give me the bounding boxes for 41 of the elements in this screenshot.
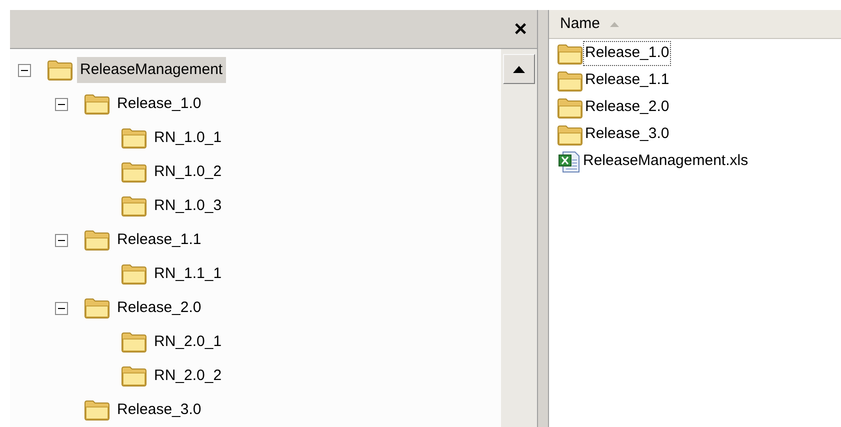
close-button[interactable]: × — [514, 18, 527, 40]
collapse-toggle[interactable] — [54, 98, 68, 110]
folder-icon — [121, 127, 147, 149]
file-item[interactable]: ReleaseManagement.xls — [581, 149, 750, 174]
folder-icon — [557, 124, 583, 146]
folder-icon — [84, 93, 110, 115]
folder-icon — [121, 263, 147, 285]
scrollbar[interactable] — [501, 49, 537, 427]
folder-icon — [121, 331, 147, 353]
tree-item[interactable]: RN_1.0_1 — [151, 124, 225, 152]
file-item[interactable]: Release_2.0 — [583, 95, 672, 120]
tree-item[interactable]: RN_1.1_1 — [151, 260, 225, 288]
tree-item[interactable]: Release_1.1 — [114, 226, 204, 254]
tree-item[interactable]: Release_1.0 — [114, 90, 204, 118]
tree-item[interactable]: Release_3.0 — [114, 396, 204, 424]
collapse-toggle[interactable] — [54, 302, 68, 314]
spreadsheet-file-icon — [557, 150, 581, 174]
folder-icon — [121, 365, 147, 387]
folder-icon — [84, 229, 110, 251]
tree-item[interactable]: ReleaseManagement — [77, 56, 226, 84]
folder-icon — [121, 161, 147, 183]
tree-item[interactable]: RN_1.0_3 — [151, 192, 225, 220]
folder-icon — [47, 59, 73, 81]
folder-icon — [557, 96, 583, 118]
file-item[interactable]: Release_1.0 — [583, 41, 672, 66]
collapse-toggle[interactable] — [18, 64, 30, 76]
file-item[interactable]: Release_3.0 — [583, 122, 672, 147]
up-arrow-icon — [513, 66, 525, 72]
folder-icon — [121, 195, 147, 217]
tree-item[interactable]: RN_2.0_1 — [151, 328, 225, 356]
folder-icon — [557, 42, 583, 64]
folder-icon — [557, 70, 583, 92]
sort-ascending-icon — [610, 22, 620, 26]
scroll-up-button[interactable] — [503, 54, 535, 84]
tree-item[interactable]: RN_2.0_2 — [151, 362, 225, 390]
file-item[interactable]: Release_1.1 — [583, 68, 672, 93]
collapse-toggle[interactable] — [54, 234, 68, 246]
folder-icon — [84, 399, 110, 421]
folder-icon — [84, 297, 110, 319]
tree-item[interactable]: RN_1.0_2 — [151, 158, 225, 186]
tree-item[interactable]: Release_2.0 — [114, 294, 204, 322]
